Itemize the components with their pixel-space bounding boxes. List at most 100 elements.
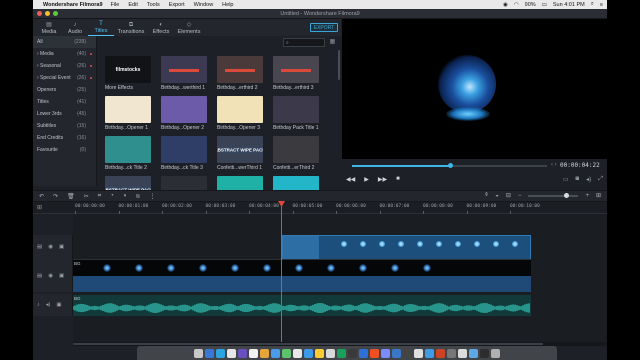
progress-knob[interactable] [447,163,453,168]
stop-icon[interactable]: ■ [396,176,400,183]
category-item[interactable]: End Credits (16) [33,132,96,144]
search-icon[interactable]: ⌕ [591,1,594,8]
menu-window[interactable]: Window [194,2,214,8]
minimize-window-button[interactable] [45,11,50,16]
dock-app-icon[interactable] [315,348,324,358]
dock-app-icon[interactable] [480,348,489,358]
dock-app-icon[interactable] [447,348,456,358]
wifi-icon[interactable]: ◠ [514,2,519,8]
scroll-thumb[interactable] [73,343,543,345]
dock-app-icon[interactable] [194,348,203,358]
title-template-card[interactable]: Birthday...werthird 1 [161,56,207,91]
zoom-out-icon[interactable]: − [518,193,522,199]
dock-app-icon[interactable] [205,348,214,358]
bracket-icons[interactable]: ‹ › [551,162,557,168]
title-template-card[interactable]: filmstocks More Effects [105,56,151,91]
app-menu[interactable]: Wondershare Filmora9 [43,2,103,8]
redo-icon[interactable]: ↷ [53,193,58,200]
crop-icon[interactable]: ⌗ [98,193,101,200]
undo-icon[interactable]: ↶ [39,193,44,200]
snapshot-icon[interactable]: ◙ [576,176,580,183]
title-clip[interactable] [282,235,531,260]
tab-transitions[interactable]: ⧉ Transitions [114,20,148,36]
dock-app-icon[interactable] [260,348,269,358]
dock-app-icon[interactable] [249,348,258,358]
play-icon[interactable]: ▶ [364,176,369,183]
skip-back-icon[interactable]: ◀◀ [346,176,355,183]
dock-app-icon[interactable] [326,348,335,358]
dock-app-icon[interactable] [491,348,500,358]
tab-audio[interactable]: ♪ Audio [62,20,88,36]
zoom-in-icon[interactable]: + [585,193,589,199]
dock-app-icon[interactable] [282,348,291,358]
title-template-card[interactable]: Birthday...Opener 1 [105,96,151,131]
timeline-ruler[interactable]: ⊞ 00:00:00:00 00:00:01:00 00:00:02:00 00:00… [33,202,607,214]
menu-export[interactable]: Export [169,2,185,8]
dock-app-icon[interactable] [238,348,247,358]
dock-app-icon[interactable] [271,348,280,358]
dock-app-icon[interactable] [370,348,379,358]
skype-icon[interactable]: ◉ [503,2,508,8]
menu-edit[interactable]: Edit [128,2,137,8]
title-template-card[interactable]: Birthday...erthird 3 [273,56,319,91]
dock-app-icon[interactable] [403,348,412,358]
title-template-card[interactable]: Confetti...erThird 2 [273,136,319,171]
menu-icon[interactable]: ≡ [600,2,603,8]
settings-icon[interactable]: ⊞ [596,192,601,199]
eye-icon[interactable]: ◉ [48,244,53,250]
lock-icon[interactable]: ▣ [56,302,61,308]
dock-app-icon[interactable] [436,348,445,358]
title-template-card[interactable]: Birthday...erthird 2 [217,56,263,91]
add-track-icon[interactable]: ⊞ [37,204,42,211]
preview-progress-bar[interactable] [352,163,547,168]
snap-icon[interactable]: ⊟ [506,192,511,199]
volume-icon[interactable]: ◂) [46,302,51,308]
dock-app-icon[interactable] [392,348,401,358]
title-template-card[interactable]: Birthday...ck Title 2 [105,136,151,171]
dock-app-icon[interactable] [359,348,368,358]
delete-icon[interactable]: 🗑 [67,193,75,200]
monitor-icon[interactable]: ▭ [563,176,569,183]
color-icon[interactable]: ◑ [123,193,127,199]
menu-tools[interactable]: Tools [147,2,160,8]
skip-forward-icon[interactable]: ▶▶ [378,176,387,183]
dock-app-icon[interactable] [458,348,467,358]
dock-app-icon[interactable] [216,348,225,358]
dock-app-icon[interactable] [348,348,357,358]
playhead[interactable] [281,203,282,343]
dock-app-icon[interactable] [337,348,346,358]
video-clip[interactable]: BG [73,259,531,276]
category-item[interactable]: Titles (41) [33,96,96,108]
category-item[interactable]: Lower 3rds (45) [33,108,96,120]
export-button[interactable]: EXPORT [310,23,338,32]
dock-app-icon[interactable] [293,348,302,358]
category-item[interactable]: Favourite (0) [33,144,96,156]
dock-app-icon[interactable] [425,348,434,358]
menu-help[interactable]: Help [222,2,233,8]
title-template-card[interactable]: Birthday Pack Title 1 [273,96,319,131]
category-item[interactable]: All (239) [33,36,96,48]
more-icon[interactable]: ⋮ [149,193,155,200]
tab-media[interactable]: ▤ Media [36,20,62,36]
tab-titles[interactable]: T Titles [88,20,114,36]
battery-icon[interactable]: ▭ [542,2,547,8]
tab-effects[interactable]: ◐ Effects [148,20,174,36]
category-item[interactable]: › Special Event (26) [33,72,96,84]
video-clip-lower[interactable] [73,276,531,292]
zoom-slider[interactable] [528,192,579,198]
dock-app-icon[interactable] [304,348,313,358]
title-template-card[interactable]: Birthday...Opener 3 [217,96,263,131]
dock-app-icon[interactable] [381,348,390,358]
maximize-window-button[interactable] [53,11,58,16]
cut-icon[interactable]: ✂ [84,193,89,200]
category-item[interactable]: Openers (25) [33,84,96,96]
clock[interactable]: Sun 4:01 PM [553,2,585,8]
lock-icon[interactable]: ▣ [59,273,64,279]
title-template-card[interactable]: Birthday...Opener 2 [161,96,207,131]
zoom-knob[interactable] [564,192,570,198]
close-window-button[interactable] [37,11,42,16]
audio-mixer-icon[interactable]: ≋ [135,193,140,200]
dock-app-icon[interactable] [414,348,423,358]
title-template-card[interactable]: Birthday...ck Title 3 [161,136,207,171]
menu-file[interactable]: File [111,2,120,8]
